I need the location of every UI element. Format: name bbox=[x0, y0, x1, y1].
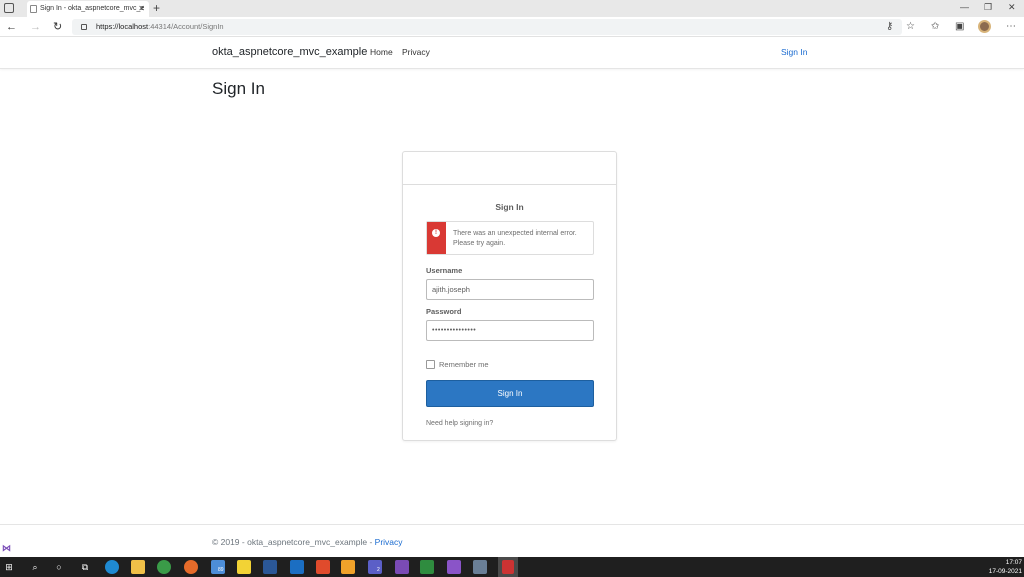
firefox-icon[interactable] bbox=[184, 560, 198, 574]
favorite-add-icon[interactable]: ☆ bbox=[906, 20, 915, 34]
browser-tab[interactable]: Sign In - okta_aspnetcore_mvc_e ✕ bbox=[27, 1, 149, 17]
password-input[interactable]: ••••••••••••••• bbox=[426, 320, 594, 341]
clock-time: 17:07 bbox=[1005, 559, 1022, 566]
back-icon[interactable]: ← bbox=[6, 20, 17, 34]
visual-studio-2-icon[interactable] bbox=[447, 560, 461, 574]
visual-studio-taskbar-icon[interactable] bbox=[395, 560, 409, 574]
restore-icon[interactable]: ❐ bbox=[984, 2, 992, 13]
teams-badge: 2 bbox=[377, 567, 380, 573]
cortana-icon[interactable]: ○ bbox=[52, 560, 66, 574]
footer-text: © 2019 - okta_aspnetcore_mvc_example - P… bbox=[212, 537, 403, 547]
system-clock[interactable]: 17:07 17-09-2021 bbox=[988, 558, 1022, 576]
search-icon[interactable]: ⌕ bbox=[28, 560, 42, 574]
active-taskbar-app[interactable] bbox=[498, 557, 518, 577]
address-bar[interactable]: https://localhost:44314/Account/SignIn bbox=[72, 19, 902, 35]
profile-icon[interactable] bbox=[978, 20, 991, 33]
browser-tab-bar: Sign In - okta_aspnetcore_mvc_e ✕ + — ❐ … bbox=[0, 0, 1024, 17]
remember-me-label[interactable]: Remember me bbox=[439, 360, 489, 369]
close-tab-icon[interactable]: ✕ bbox=[138, 1, 145, 17]
word-icon[interactable] bbox=[263, 560, 277, 574]
page-favicon-icon bbox=[30, 5, 37, 13]
page-title: Sign In bbox=[212, 79, 265, 98]
error-icon: ! bbox=[432, 229, 440, 237]
more-icon[interactable]: ⋯ bbox=[1006, 20, 1016, 34]
edge-icon[interactable] bbox=[105, 560, 119, 574]
outlook-icon[interactable] bbox=[290, 560, 304, 574]
collections-icon[interactable]: ▣ bbox=[955, 20, 964, 34]
app-icon-green[interactable] bbox=[420, 560, 434, 574]
active-app-icon bbox=[502, 560, 514, 574]
nav-privacy-link[interactable]: Privacy bbox=[402, 47, 430, 57]
brave-icon[interactable] bbox=[316, 560, 330, 574]
site-footer: © 2019 - okta_aspnetcore_mvc_example - P… bbox=[0, 524, 1024, 557]
calendar-app-icon[interactable]: 89 bbox=[211, 560, 225, 574]
task-view-icon[interactable]: ⧉ bbox=[78, 560, 92, 574]
new-tab-button[interactable]: + bbox=[153, 0, 160, 16]
help-signing-in-link[interactable]: Need help signing in? bbox=[426, 420, 493, 427]
footer-copyright: © 2019 - okta_aspnetcore_mvc_example - bbox=[212, 537, 375, 547]
url-host: https://localhost bbox=[96, 22, 149, 31]
calendar-badge: 89 bbox=[218, 567, 224, 573]
sticky-notes-icon[interactable] bbox=[237, 560, 251, 574]
browser-toolbar: ← → ↻ https://localhost:44314/Account/Si… bbox=[0, 17, 1024, 37]
nav-home-link[interactable]: Home bbox=[370, 47, 393, 57]
chrome-icon[interactable] bbox=[157, 560, 171, 574]
error-strip: ! bbox=[427, 222, 446, 254]
site-brand-link[interactable]: okta_aspnetcore_mvc_example bbox=[212, 46, 367, 58]
site-navbar: okta_aspnetcore_mvc_example Home Privacy… bbox=[0, 37, 1024, 69]
okta-signin-widget: Sign In ! There was an unexpected intern… bbox=[402, 151, 617, 441]
nav-signin-link[interactable]: Sign In bbox=[781, 47, 807, 57]
app-icon-grey[interactable] bbox=[473, 560, 487, 574]
visual-studio-icon[interactable]: ⋈ bbox=[2, 543, 12, 553]
app-icon-orange[interactable] bbox=[341, 560, 355, 574]
password-label: Password bbox=[426, 307, 462, 316]
lock-icon[interactable] bbox=[81, 24, 87, 30]
signin-submit-button[interactable]: Sign In bbox=[426, 380, 594, 407]
tab-actions-icon[interactable] bbox=[4, 3, 14, 13]
file-explorer-icon[interactable] bbox=[131, 560, 145, 574]
windows-start-icon[interactable]: ⊞ bbox=[2, 560, 16, 574]
close-window-icon[interactable]: ✕ bbox=[1008, 2, 1016, 13]
minimize-icon[interactable]: — bbox=[960, 2, 969, 12]
username-input[interactable]: ajith.joseph bbox=[426, 279, 594, 300]
widget-title: Sign In bbox=[495, 202, 524, 212]
clock-date: 17-09-2021 bbox=[988, 568, 1022, 575]
teams-icon[interactable]: 2 bbox=[368, 560, 382, 574]
footer-privacy-link[interactable]: Privacy bbox=[375, 537, 403, 547]
browser-tab-title: Sign In - okta_aspnetcore_mvc_e bbox=[40, 5, 145, 12]
remember-me-checkbox[interactable] bbox=[426, 360, 435, 369]
username-label: Username bbox=[426, 266, 463, 275]
refresh-icon[interactable]: ↻ bbox=[53, 20, 62, 34]
error-alert: ! There was an unexpected internal error… bbox=[426, 221, 594, 255]
favorites-icon[interactable]: ✩ bbox=[931, 20, 939, 34]
forward-icon[interactable]: → bbox=[30, 20, 41, 34]
url-path: :44314/Account/SignIn bbox=[148, 22, 224, 31]
widget-header bbox=[403, 152, 616, 185]
error-message: There was an unexpected internal error. … bbox=[453, 230, 577, 247]
key-icon[interactable]: ⚷ bbox=[886, 20, 893, 34]
